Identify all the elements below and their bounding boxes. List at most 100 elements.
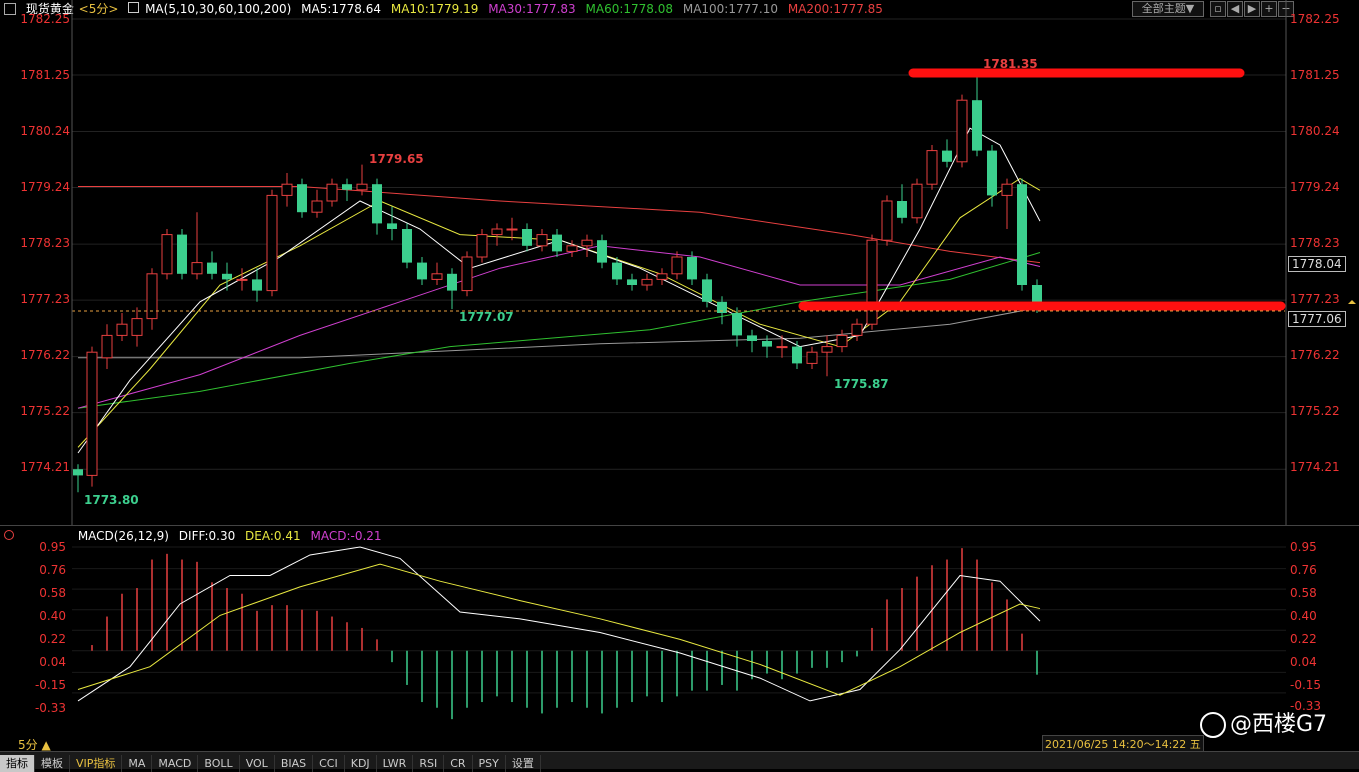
macd-value: MACD:-0.21 <box>310 529 382 543</box>
candle-body <box>641 278 653 286</box>
macd-histogram <box>91 548 1038 720</box>
macd-tick: 0.95 <box>1290 540 1317 554</box>
candle-body <box>252 279 262 291</box>
candle-body <box>776 346 788 349</box>
ma10-line <box>77 178 1041 448</box>
candle-body <box>191 262 203 275</box>
macd-chart[interactable] <box>0 545 1286 735</box>
candle-body <box>732 313 742 336</box>
tab-boll[interactable]: BOLL <box>198 755 240 772</box>
candle-body <box>597 240 607 263</box>
watermark: @西楼G7 <box>1200 706 1327 738</box>
candle-body <box>222 273 232 280</box>
candle-body <box>387 223 397 229</box>
swing-low-annotation: 1777.07 <box>459 310 514 324</box>
macd-tick: 0.76 <box>1290 563 1317 577</box>
macd-diff: DIFF:0.30 <box>178 529 236 543</box>
candle-body <box>281 183 293 196</box>
candle-body <box>942 150 952 162</box>
tab-rsi[interactable]: RSI <box>413 755 445 772</box>
candle-body <box>372 184 382 224</box>
candle-body <box>146 273 158 320</box>
candle-body <box>851 323 863 336</box>
candle-body <box>1017 184 1027 285</box>
dea-line <box>77 563 1041 696</box>
candle-body <box>627 279 637 285</box>
tab-cci[interactable]: CCI <box>313 755 345 772</box>
candle-body <box>522 229 532 246</box>
candle-body <box>491 228 503 236</box>
candle-body <box>207 262 217 274</box>
candle-body <box>762 341 772 347</box>
price-chart[interactable] <box>0 0 1359 525</box>
candle-body <box>792 346 802 364</box>
low-annotation: 1775.87 <box>834 377 889 391</box>
candle-body <box>311 200 323 213</box>
tab-cr[interactable]: CR <box>444 755 473 772</box>
macd-label: MACD(26,12,9) <box>77 529 169 543</box>
ma30-line <box>77 245 1041 409</box>
tab-kdj[interactable]: KDJ <box>345 755 377 772</box>
tab-template[interactable]: 模板 <box>35 755 70 772</box>
candle-body <box>177 234 187 274</box>
candle-body <box>131 318 143 336</box>
candle-body <box>431 273 443 280</box>
candle-body <box>476 234 488 258</box>
candle-body <box>897 201 907 218</box>
ma-price-tag: 1778.04 <box>1288 256 1346 272</box>
macd-lines <box>77 546 1041 702</box>
candle-body <box>972 100 982 151</box>
moving-average-lines <box>77 127 1041 454</box>
candle-body <box>536 234 548 247</box>
macd-tick: 0.40 <box>1290 609 1317 623</box>
candle-body <box>581 239 593 247</box>
candle-body <box>687 257 697 280</box>
ma100-line <box>78 306 1041 359</box>
candle-body <box>821 346 833 353</box>
macd-tick: 0.58 <box>1290 586 1317 600</box>
candle-body <box>956 99 968 163</box>
candle-body <box>836 334 848 348</box>
ma5-line <box>77 127 1041 454</box>
swing-high-annotation: 1779.65 <box>369 152 424 166</box>
candle-body <box>461 256 473 292</box>
candle-body <box>101 334 113 359</box>
candle-body <box>881 200 893 241</box>
indicator-tab-bar: 指标 模板 VIP指标 MA MACD BOLL VOL BIAS CCI KDJ LWR RSI CR… <box>0 751 1359 772</box>
tab-vol[interactable]: VOL <box>240 755 275 772</box>
last-price-tag: 1777.06 <box>1288 311 1346 327</box>
tab-settings[interactable]: 设置 <box>506 755 541 772</box>
candle-body <box>161 234 173 275</box>
watermark-text: @西楼G7 <box>1230 712 1328 737</box>
macd-header: MACD(26,12,9) DIFF:0.30 DEA:0.41 MACD:-0… <box>0 525 1359 546</box>
tab-vip-indicator[interactable]: VIP指标 <box>70 755 123 772</box>
macd-tick: 0.22 <box>1290 632 1317 646</box>
candlesticks <box>73 69 1042 493</box>
candle-body <box>987 150 997 196</box>
candle-body <box>326 183 338 202</box>
indicator-settings-icon[interactable] <box>4 530 14 540</box>
candle-body <box>1001 183 1013 196</box>
price-arrow-icon <box>1348 300 1356 304</box>
tab-indicator[interactable]: 指标 <box>0 755 35 772</box>
candle-body <box>297 184 307 213</box>
candle-body <box>402 229 412 263</box>
candle-body <box>236 278 248 281</box>
candle-body <box>86 351 98 476</box>
weibo-icon <box>1200 712 1226 738</box>
candle-body <box>506 228 518 231</box>
candle-body <box>552 234 562 252</box>
candle-body <box>926 150 938 185</box>
tab-bias[interactable]: BIAS <box>275 755 314 772</box>
tab-psy[interactable]: PSY <box>473 755 506 772</box>
candle-body <box>266 194 278 292</box>
candle-body <box>671 256 683 275</box>
macd-tick: 0.04 <box>1290 655 1317 669</box>
macd-tick: -0.15 <box>1290 678 1322 692</box>
tab-ma[interactable]: MA <box>122 755 153 772</box>
candle-body <box>566 245 578 252</box>
high-annotation: 1781.35 <box>983 57 1038 71</box>
tab-macd[interactable]: MACD <box>152 755 199 772</box>
tab-lwr[interactable]: LWR <box>377 755 414 772</box>
candle-body <box>417 262 427 280</box>
